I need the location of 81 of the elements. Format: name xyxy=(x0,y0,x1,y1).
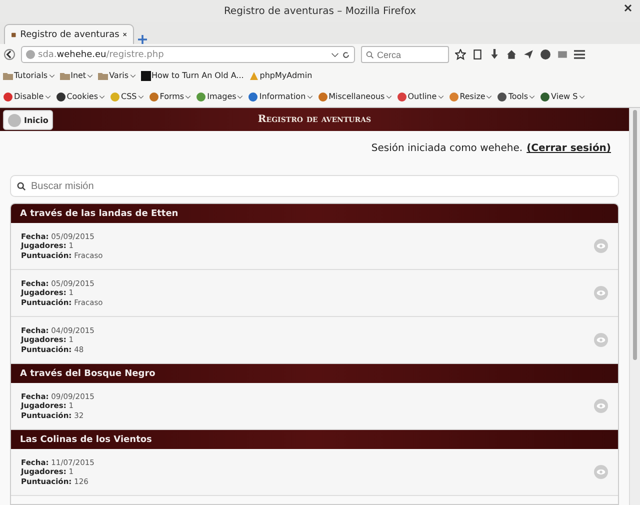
download-icon[interactable] xyxy=(489,49,500,60)
session-text: Sesión iniciada como wehehe. xyxy=(371,143,523,156)
toolbar-menu[interactable]: Disable xyxy=(3,92,51,102)
logout-link[interactable]: (Cerrar sesión) xyxy=(526,143,611,161)
tool-icon xyxy=(540,92,550,102)
url-text: sda.wehehe.eu/registre.php xyxy=(38,50,165,60)
bookmark[interactable]: Inet xyxy=(60,70,94,80)
tool-icon xyxy=(196,92,206,102)
chevron-down-icon xyxy=(138,94,144,100)
bookmark[interactable]: Varis xyxy=(98,70,136,80)
toolbar-menu[interactable]: Information xyxy=(248,92,313,102)
page-title: Registro de aventuras xyxy=(258,114,372,125)
close-icon[interactable] xyxy=(624,4,632,12)
menu-icon[interactable] xyxy=(574,49,585,60)
chevron-down-icon xyxy=(529,94,536,100)
chevron-down-icon xyxy=(44,94,51,100)
folder-icon xyxy=(60,70,70,80)
group-header: A través del Bosque Negro xyxy=(11,364,618,383)
eye-icon xyxy=(594,286,608,300)
search-box[interactable]: Cerca xyxy=(361,46,449,63)
tool-icon xyxy=(248,92,258,102)
home-button[interactable]: Inicio xyxy=(3,110,54,130)
chevron-down-icon xyxy=(386,94,392,100)
scrollbar[interactable] xyxy=(629,108,640,505)
tool-icon xyxy=(318,92,328,102)
tool-icon xyxy=(56,92,66,102)
toolbar-menu[interactable]: View S xyxy=(540,92,585,102)
toolbar-menu[interactable]: Tools xyxy=(497,92,536,102)
chevron-down-icon xyxy=(237,94,244,100)
close-icon xyxy=(123,31,127,38)
search-icon xyxy=(17,182,26,190)
chevron-down-icon xyxy=(185,94,192,100)
folder-icon xyxy=(98,70,108,80)
chevron-down-icon xyxy=(331,50,339,58)
bookmark[interactable]: phpMyAdmin xyxy=(248,70,312,80)
clipboard-icon[interactable] xyxy=(472,49,483,60)
browser-tab[interactable]: Registro de aventuras xyxy=(4,24,134,44)
toolbar-menu[interactable]: Forms xyxy=(148,92,192,102)
toolbar-menu[interactable]: Resize xyxy=(448,92,492,102)
chevron-down-icon xyxy=(486,94,492,100)
search-icon xyxy=(366,50,374,58)
chevron-down-icon xyxy=(578,94,585,100)
mission-search-box[interactable]: Buscar misión xyxy=(10,175,619,197)
chevron-down-icon xyxy=(99,94,106,100)
eye-icon xyxy=(594,399,608,413)
chevron-down-icon xyxy=(306,94,313,100)
toolbar-menu[interactable]: Images xyxy=(196,92,244,102)
sail-icon xyxy=(248,70,259,80)
plus-icon xyxy=(138,35,147,44)
tool-icon xyxy=(497,92,508,102)
folder-icon xyxy=(3,70,13,80)
tool-icon xyxy=(148,92,159,102)
chevron-down-icon xyxy=(130,72,136,78)
search-field[interactable]: Cerca xyxy=(377,50,444,60)
chevron-down-icon xyxy=(87,72,94,78)
group-header: Las Colinas de los Vientos xyxy=(11,430,618,449)
bookmark[interactable]: Tutorials xyxy=(3,70,55,80)
toolbar-menu[interactable]: Cookies xyxy=(56,92,106,102)
tool-icon xyxy=(396,92,407,102)
back-icon[interactable] xyxy=(4,49,15,60)
address-bar[interactable]: sda.wehehe.eu/registre.php xyxy=(21,46,355,63)
toolbar-menu[interactable]: Miscellaneous xyxy=(318,92,392,102)
mission-search-field[interactable]: Buscar misión xyxy=(31,180,612,192)
eye-icon xyxy=(594,465,608,479)
chevron-down-icon xyxy=(438,94,444,100)
tool-icon xyxy=(448,92,459,102)
star-icon[interactable] xyxy=(455,49,466,60)
window-title: Registro de aventuras – Mozilla Firefox xyxy=(224,6,416,16)
reload-icon xyxy=(342,50,350,58)
bookmark[interactable]: How to Turn An Old A... xyxy=(140,70,244,80)
group-header: A través de las landas de Etten xyxy=(11,204,618,223)
eye-icon xyxy=(594,333,608,347)
eye-icon xyxy=(594,239,608,253)
tool-icon xyxy=(3,92,13,102)
tool-icon xyxy=(110,92,120,102)
toolbar-menu[interactable]: Outline xyxy=(396,92,444,102)
toolbar-menu[interactable]: CSS xyxy=(110,92,144,102)
site-icon xyxy=(140,70,151,80)
send-icon[interactable] xyxy=(523,49,534,60)
home-icon[interactable] xyxy=(506,49,517,60)
chevron-down-icon xyxy=(48,72,55,78)
